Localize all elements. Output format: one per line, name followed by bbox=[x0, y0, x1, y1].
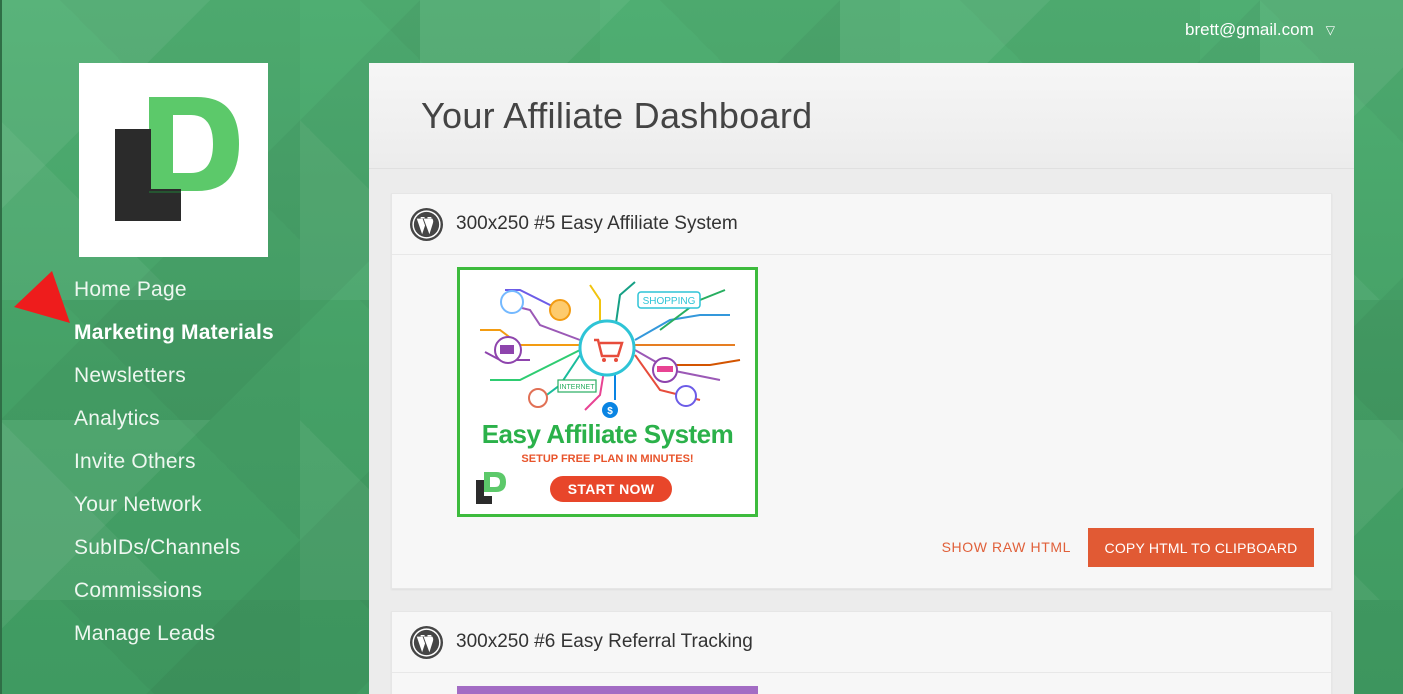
dollar-icon: $ bbox=[602, 402, 618, 418]
card-title: 300x250 #5 Easy Affiliate System bbox=[456, 213, 738, 234]
banner-start-button: START NOW bbox=[550, 476, 672, 502]
page-header: Your Affiliate Dashboard bbox=[369, 63, 1354, 169]
ld-logo-small-icon bbox=[476, 472, 506, 504]
page-title: Your Affiliate Dashboard bbox=[421, 94, 813, 136]
nav-item-analytics[interactable]: Analytics bbox=[74, 405, 274, 448]
shopping-label: SHOPPING bbox=[643, 296, 696, 307]
copy-html-button[interactable]: COPY HTML TO CLIPBOARD bbox=[1088, 528, 1314, 567]
brand-logo[interactable] bbox=[79, 63, 268, 257]
nav-item-marketing-materials[interactable]: Marketing Materials bbox=[74, 319, 274, 362]
sidebar-nav: Home Page Marketing Materials Newsletter… bbox=[74, 276, 274, 663]
caret-down-icon: ▽ bbox=[1325, 23, 1335, 37]
wordpress-icon bbox=[409, 625, 444, 659]
nav-item-invite-others[interactable]: Invite Others bbox=[74, 448, 274, 491]
nav-item-manage-leads[interactable]: Manage Leads bbox=[74, 620, 274, 663]
pointer-arrow-icon bbox=[14, 271, 70, 323]
banner-image[interactable]: SHOPPING INTERNET $ Easy Affiliate Syste… bbox=[457, 267, 758, 517]
banner-card: 300x250 #6 Easy Referral Tracking bbox=[391, 611, 1332, 694]
account-email: brett@gmail.com bbox=[1185, 20, 1314, 39]
main-panel: Your Affiliate Dashboard 300x250 #5 Easy… bbox=[369, 63, 1354, 694]
wordpress-icon bbox=[409, 207, 444, 241]
card-header: 300x250 #5 Easy Affiliate System bbox=[392, 194, 1331, 255]
svg-text:$: $ bbox=[607, 406, 613, 417]
ld-logo-icon bbox=[115, 97, 239, 221]
nav-item-commissions[interactable]: Commissions bbox=[74, 577, 274, 620]
banner-headline: Easy Affiliate System bbox=[481, 419, 734, 449]
circuit-illustration: SHOPPING INTERNET $ bbox=[480, 281, 741, 418]
nav-item-subids-channels[interactable]: SubIDs/Channels bbox=[74, 534, 274, 577]
account-menu[interactable]: brett@gmail.com ▽ bbox=[1185, 20, 1335, 40]
internet-label: INTERNET bbox=[560, 384, 596, 391]
nav-item-your-network[interactable]: Your Network bbox=[74, 491, 274, 534]
nav-item-home-page[interactable]: Home Page bbox=[74, 276, 274, 319]
nav-item-newsletters[interactable]: Newsletters bbox=[74, 362, 274, 405]
banner-card: 300x250 #5 Easy Affiliate System SHOPPIN… bbox=[391, 193, 1332, 589]
show-raw-html-link[interactable]: SHOW RAW HTML bbox=[942, 539, 1071, 555]
banner-subline: SETUP FREE PLAN IN MINUTES! bbox=[521, 453, 694, 465]
window-edge bbox=[0, 0, 2, 694]
card-header: 300x250 #6 Easy Referral Tracking bbox=[392, 612, 1331, 673]
card-title: 300x250 #6 Easy Referral Tracking bbox=[456, 631, 753, 652]
banner-image-preview[interactable] bbox=[457, 686, 758, 694]
